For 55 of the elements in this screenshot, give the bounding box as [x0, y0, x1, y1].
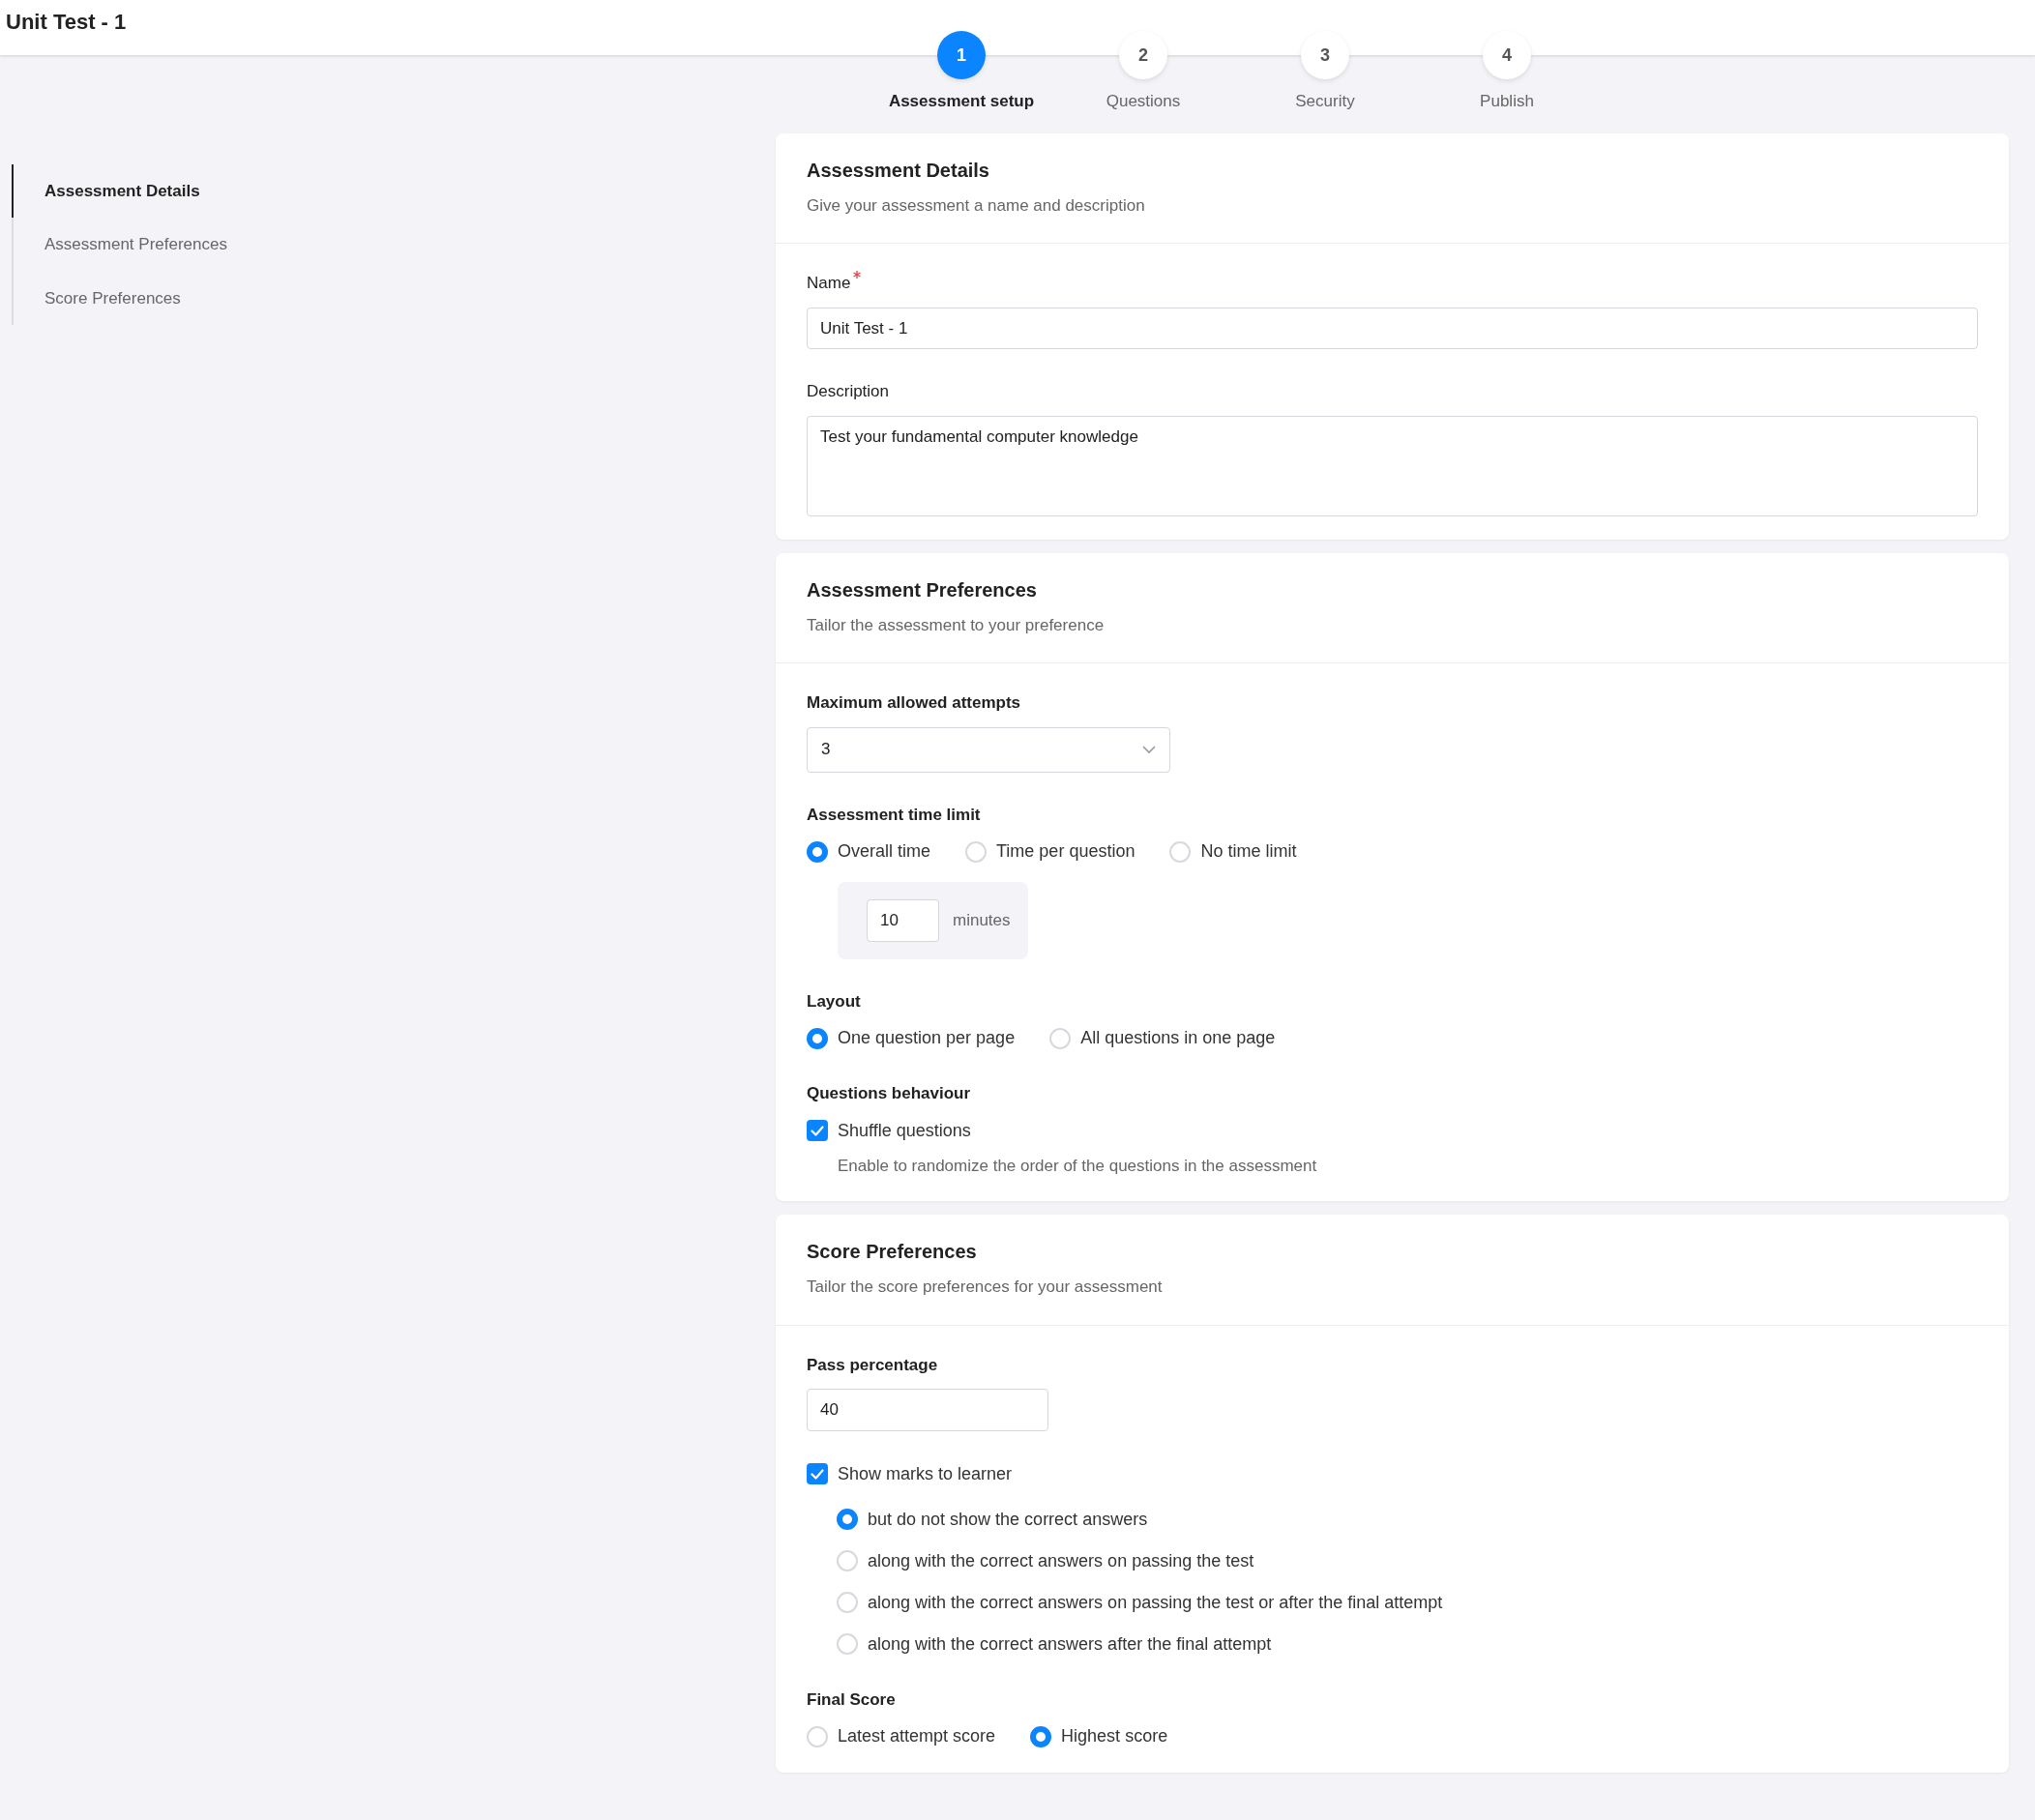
option-label: along with the correct answers on passing the test	[868, 1549, 1254, 1572]
step-number[interactable]: 3	[1301, 31, 1349, 79]
field-label: Assessment time limit	[807, 804, 981, 826]
duration-field[interactable]: 10	[867, 899, 939, 942]
option-label: along with the correct answers on passing the test or after the final attempt	[868, 1591, 1443, 1614]
step-number[interactable]: 1	[937, 31, 986, 79]
option-label: No time limit	[1200, 840, 1297, 863]
step-label: Publish	[1480, 91, 1534, 112]
checkmark-icon	[811, 1125, 824, 1136]
input-field[interactable]: 40	[807, 1389, 1048, 1431]
step-label: Security	[1295, 91, 1355, 112]
text-area[interactable]: Test your fundamental computer knowledge	[807, 415, 1978, 516]
step-number[interactable]: 4	[1483, 31, 1531, 79]
section-subtitle: Give your assessment a name and description	[807, 194, 1146, 217]
radio-button[interactable]	[807, 840, 828, 863]
radio-button[interactable]	[807, 1027, 828, 1049]
step-label: Assessment setup	[888, 91, 1035, 112]
chevron-down-icon	[1142, 745, 1156, 754]
checkbox-label: Show marks to learner	[838, 1462, 1013, 1485]
dropdown[interactable]: 3	[807, 726, 1170, 773]
page-title: Unit Test - 1	[6, 10, 128, 36]
field-label: Pass percentage	[807, 1354, 938, 1376]
option-label: but do not show the correct answers	[868, 1508, 1148, 1531]
option-label: All questions in one page	[1080, 1027, 1276, 1049]
field-label: Final Score	[807, 1688, 896, 1711]
radio-button[interactable]	[1030, 1725, 1052, 1747]
sidebar-item[interactable]: Assessment Details	[12, 163, 200, 218]
field-label: Questions behaviour	[807, 1083, 971, 1104]
input-field[interactable]: Unit Test - 1	[807, 307, 1978, 349]
section-title: Assessment Preferences	[807, 577, 1038, 602]
option-label: Highest score	[1061, 1725, 1168, 1747]
unit-label: minutes	[953, 910, 1011, 931]
sidebar-item[interactable]: Assessment Preferences	[12, 218, 227, 272]
checkmark-icon	[811, 1468, 824, 1480]
step-number[interactable]: 2	[1119, 31, 1167, 79]
field-label: Name	[807, 273, 851, 294]
field-label: Description	[807, 381, 890, 402]
checkbox-label: Shuffle questions	[838, 1119, 971, 1142]
checkbox[interactable]	[807, 1120, 828, 1141]
option-label: Overall time	[838, 840, 931, 863]
step-label: Questions	[1106, 91, 1181, 112]
sidebar-item[interactable]: Score Preferences	[12, 271, 181, 325]
field-label: Layout	[807, 990, 861, 1013]
section-subtitle: Tailor the score preferences for your assessment	[807, 1277, 1164, 1298]
section-title: Score Preferences	[807, 1240, 978, 1263]
option-label: Time per question	[996, 840, 1135, 863]
option-label: along with the correct answers after the final attempt	[868, 1632, 1272, 1656]
section-subtitle: Tailor the assessment to your preference	[807, 614, 1106, 636]
radio-button[interactable]	[837, 1509, 858, 1530]
checkbox[interactable]	[807, 1463, 828, 1484]
section-title: Assessment Details	[807, 158, 990, 182]
option-label: Latest attempt score	[838, 1725, 996, 1747]
help-text: Enable to randomize the order of the questions in the assessment	[838, 1155, 1318, 1177]
field-label: Maximum allowed attempts	[807, 692, 1021, 714]
option-label: One question per page	[838, 1027, 1016, 1049]
